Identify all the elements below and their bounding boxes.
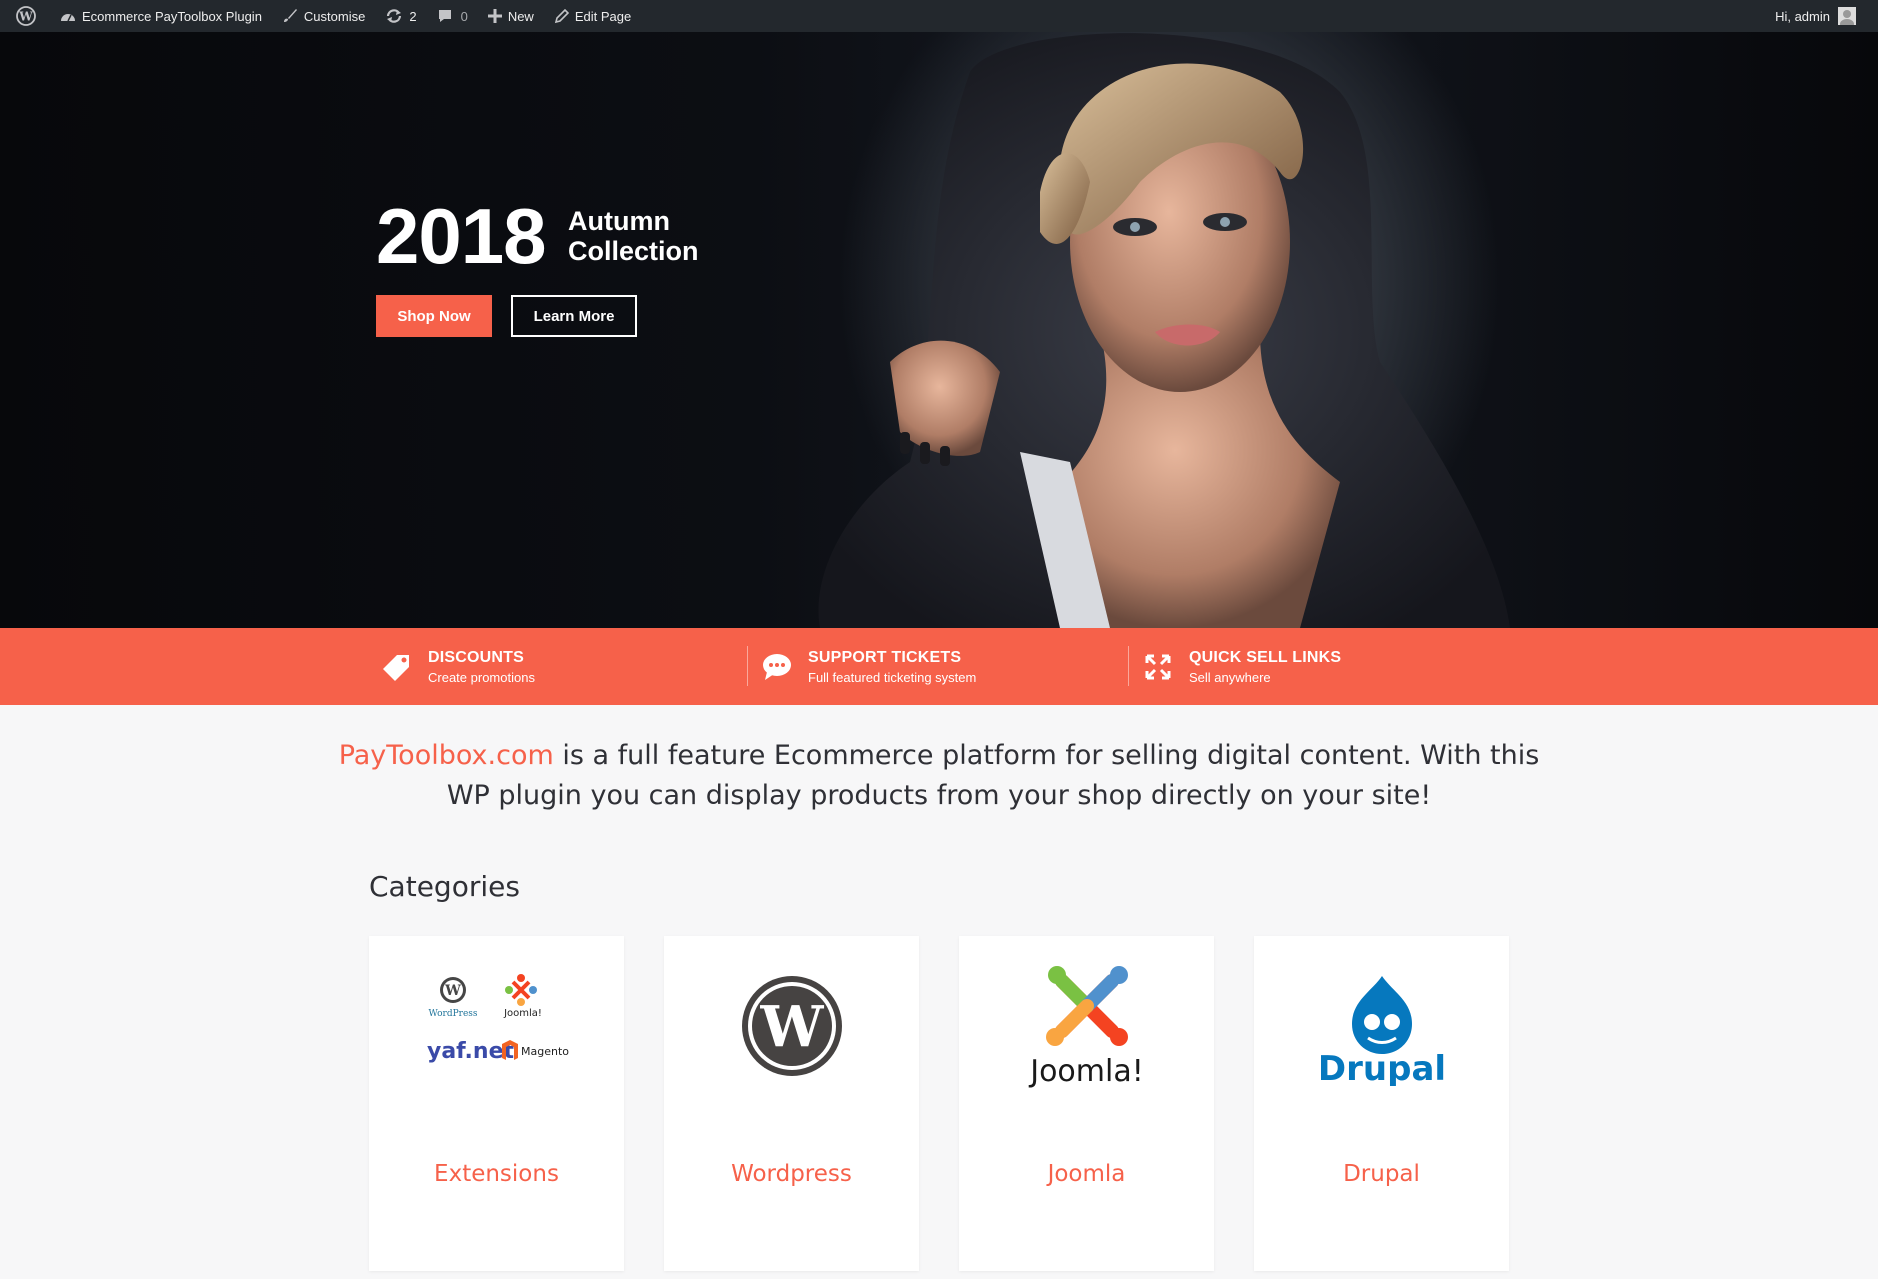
hero-line-2: Collection [567,236,699,266]
site-name-link[interactable]: Ecommerce PayToolbox Plugin [50,0,272,32]
avatar [1838,7,1856,25]
hero-collection: Autumn Collection [568,206,699,266]
logo-yaf-text: yaf.net [427,1039,514,1064]
updates-count: 2 [409,8,417,24]
feature-title: DISCOUNTS [428,648,525,666]
my-account-link[interactable]: Hi, admin [1765,0,1866,32]
comments-link[interactable]: 0 [427,0,478,32]
feature-support-tickets: SUPPORT TICKETS Full featured ticketing … [762,628,976,705]
extensions-logo: W WordPress Joomla! yaf.net Magento [369,936,624,1116]
svg-text:W: W [18,10,33,24]
shop-now-button[interactable]: Shop Now [376,295,492,337]
tag-icon [382,652,412,682]
wordpress-logo-icon: W [16,6,36,26]
logo-drupal-word: Drupal [1317,1049,1445,1086]
feature-title: QUICK SELL LINKS [1189,648,1342,666]
feature-discounts: DISCOUNTS Create promotions [382,628,535,705]
greeting: Hi, admin [1775,8,1830,24]
joomla-logo: Joomla! [959,936,1214,1116]
feature-title: SUPPORT TICKETS [808,648,962,666]
logo-joomla-text: Joomla! [503,1008,542,1019]
comment-icon [438,10,451,22]
learn-more-button[interactable]: Learn More [511,295,637,337]
features-strip: DISCOUNTS Create promotions SUPPORT TICK… [0,628,1878,705]
feature-divider [1128,646,1129,686]
new-label: New [507,8,534,24]
category-card-joomla[interactable]: Joomla! Joomla [959,936,1214,1271]
edit-page-label: Edit Page [574,8,632,24]
pencil-icon [554,8,569,23]
feature-divider [747,646,748,686]
category-name[interactable]: Extensions [369,1161,624,1187]
logo-wordpress-text: WordPress [428,1009,477,1019]
updates-link[interactable]: 2 [375,0,426,32]
category-card-extensions[interactable]: W WordPress Joomla! yaf.net Magento Exte… [369,936,624,1271]
admin-bar: W Ecommerce PayToolbox Plugin Customise … [0,0,1878,32]
wordpress-logo: W [664,936,919,1116]
wordpress-menu[interactable]: W [8,0,50,32]
category-card-wordpress[interactable]: W Wordpress [664,936,919,1271]
paytoolbox-link[interactable]: PayToolbox.com [339,740,554,771]
updates-icon [387,9,402,23]
new-content-link[interactable]: New [478,0,544,32]
feature-subtitle: Full featured ticketing system [808,669,977,685]
comments-count: 0 [460,8,468,24]
chat-icon [762,652,792,682]
logo-magento-text: Magento [521,1045,569,1058]
category-name[interactable]: Joomla [959,1161,1214,1187]
hero-year: 2018 [376,192,547,280]
feature-quick-sell-links: QUICK SELL LINKS Sell anywhere [1143,628,1341,705]
svg-text:W: W [444,983,461,999]
feature-subtitle: Sell anywhere [1189,669,1271,685]
categories-title: Categories [369,870,520,903]
edit-page-link[interactable]: Edit Page [544,0,641,32]
category-name[interactable]: Wordpress [664,1161,919,1187]
expand-icon [1143,652,1173,682]
category-name[interactable]: Drupal [1254,1161,1509,1187]
hero-line-1: Autumn [567,206,670,236]
plus-icon [487,9,502,23]
hero-model-image [818,33,1510,628]
intro-body: is a full feature Ecommerce platform for… [446,740,1540,811]
intro-text: PayToolbox.com is a full feature Ecommer… [330,736,1548,816]
customise-link[interactable]: Customise [272,0,375,32]
logo-joomla-word: Joomla! [1028,1054,1144,1089]
dashboard-icon [61,14,75,22]
hero-banner: 2018 Autumn Collection Shop Now Learn Mo… [0,32,1878,628]
customise-label: Customise [303,8,366,24]
feature-subtitle: Create promotions [428,669,535,685]
category-card-drupal[interactable]: Drupal Drupal [1254,936,1509,1271]
hero-text: 2018 Autumn Collection Shop Now Learn Mo… [376,197,699,337]
paintbrush-icon [283,9,297,22]
svg-text:W: W [759,994,824,1060]
drupal-logo: Drupal [1254,936,1509,1116]
site-name: Ecommerce PayToolbox Plugin [82,8,262,24]
